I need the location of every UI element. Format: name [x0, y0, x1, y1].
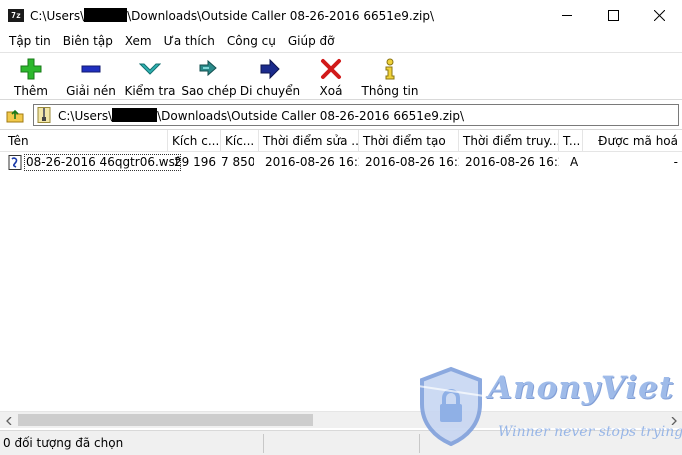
minimize-button[interactable]: [544, 0, 590, 31]
column-packed-size[interactable]: Kíc...: [221, 130, 259, 152]
script-file-icon: [8, 155, 22, 170]
double-arrow-icon: [197, 57, 221, 81]
column-attributes[interactable]: T...: [559, 130, 583, 152]
menu-tools[interactable]: Công cụ: [221, 34, 282, 48]
scroll-right-button[interactable]: [665, 412, 682, 429]
move-button[interactable]: Di chuyển: [239, 55, 301, 99]
table-row[interactable]: 08-26-2016 46qgtr06.wsf 29 196 7 850 201…: [0, 154, 682, 171]
title-bar: 7z C:\Users\ \Downloads\Outside Caller 08…: [0, 0, 682, 31]
move-label: Di chuyển: [239, 84, 301, 98]
file-list: Tên Kích c... Kíc... Thời điểm sửa ... T…: [0, 129, 682, 411]
column-size[interactable]: Kích c...: [168, 130, 221, 152]
address-field[interactable]: C:\Users\ \Downloads\Outside Caller 08-26…: [33, 104, 679, 126]
add-button[interactable]: Thêm: [12, 55, 50, 99]
app-icon: 7z: [8, 9, 24, 22]
check-chevron-icon: [138, 57, 162, 81]
folder-up-icon: [6, 109, 24, 123]
window-title: C:\Users\ \Downloads\Outside Caller 08-26…: [30, 8, 434, 23]
column-created[interactable]: Thời điểm tạo: [359, 130, 459, 152]
close-button[interactable]: [636, 0, 682, 31]
delete-label: Xoá: [319, 84, 343, 98]
scroll-left-button[interactable]: [0, 412, 17, 429]
copy-label: Sao chép: [181, 84, 237, 98]
info-label: Thông tin: [361, 84, 419, 98]
delete-button[interactable]: Xoá: [316, 55, 346, 99]
minimize-icon: [561, 15, 572, 16]
file-attributes: A: [570, 155, 579, 169]
info-button[interactable]: Thông tin: [362, 55, 418, 99]
list-header: Tên Kích c... Kíc... Thời điểm sửa ... T…: [0, 130, 682, 152]
selection-status: 0 đối tượng đã chọn: [3, 436, 124, 450]
status-divider: [419, 434, 420, 453]
plus-icon: [19, 57, 43, 81]
x-icon: [319, 57, 343, 81]
redacted-username: [112, 108, 158, 122]
file-created: 2016-08-26 16:28: [365, 155, 459, 169]
up-folder-button[interactable]: [4, 105, 26, 125]
redacted-username: [84, 8, 128, 22]
test-button[interactable]: Kiểm tra: [124, 55, 176, 99]
menu-favorites[interactable]: Ưa thích: [158, 34, 221, 48]
copy-button[interactable]: Sao chép: [181, 55, 237, 99]
extract-label: Giải nén: [66, 84, 116, 98]
column-modified[interactable]: Thời điểm sửa ...: [259, 130, 359, 152]
address-path: C:\Users\ \Downloads\Outside Caller 08-26…: [58, 108, 464, 123]
add-label: Thêm: [13, 84, 48, 98]
chevron-right-icon: [671, 416, 677, 425]
file-encrypted: -: [673, 155, 678, 169]
file-modified: 2016-08-26 16:28: [265, 155, 359, 169]
file-packed-size: 7 850: [221, 155, 254, 169]
menu-help[interactable]: Giúp đỡ: [282, 34, 341, 48]
chevron-left-icon: [5, 416, 11, 425]
file-size: 29 196: [174, 155, 216, 169]
menu-bar: Tập tin Biên tập Xem Ưa thích Công cụ Gi…: [0, 31, 682, 51]
toolbar: Thêm Giải nén Kiểm tra Sao chép Di chuyể…: [0, 52, 682, 100]
horizontal-scrollbar[interactable]: [0, 411, 682, 428]
title-path-suffix: \Downloads\Outside Caller 08-26-2016 665…: [127, 9, 435, 23]
menu-edit[interactable]: Biên tập: [57, 34, 119, 48]
right-arrow-icon: [258, 57, 282, 81]
scrollbar-thumb[interactable]: [18, 414, 313, 426]
file-accessed: 2016-08-26 16:28: [465, 155, 559, 169]
address-bar: C:\Users\ \Downloads\Outside Caller 08-26…: [0, 103, 682, 127]
column-accessed[interactable]: Thời điểm truy...: [459, 130, 559, 152]
maximize-icon: [607, 10, 619, 21]
close-icon: [653, 10, 665, 21]
column-encrypted[interactable]: Được mã hoá: [583, 130, 682, 152]
file-name[interactable]: 08-26-2016 46qgtr06.wsf: [24, 154, 182, 171]
address-path-prefix: C:\Users\: [58, 109, 113, 123]
column-name[interactable]: Tên: [0, 130, 168, 152]
menu-file[interactable]: Tập tin: [3, 34, 57, 48]
info-icon: [378, 57, 402, 81]
test-label: Kiểm tra: [124, 84, 176, 98]
status-bar: 0 đối tượng đã chọn: [0, 430, 682, 455]
status-divider: [263, 434, 264, 453]
minus-icon: [79, 57, 103, 81]
extract-button[interactable]: Giải nén: [66, 55, 116, 99]
address-path-suffix: \Downloads\Outside Caller 08-26-2016 665…: [157, 109, 465, 123]
maximize-button[interactable]: [590, 0, 636, 31]
zip-icon: [37, 107, 51, 123]
title-path-prefix: C:\Users\: [30, 9, 85, 23]
menu-view[interactable]: Xem: [119, 34, 158, 48]
